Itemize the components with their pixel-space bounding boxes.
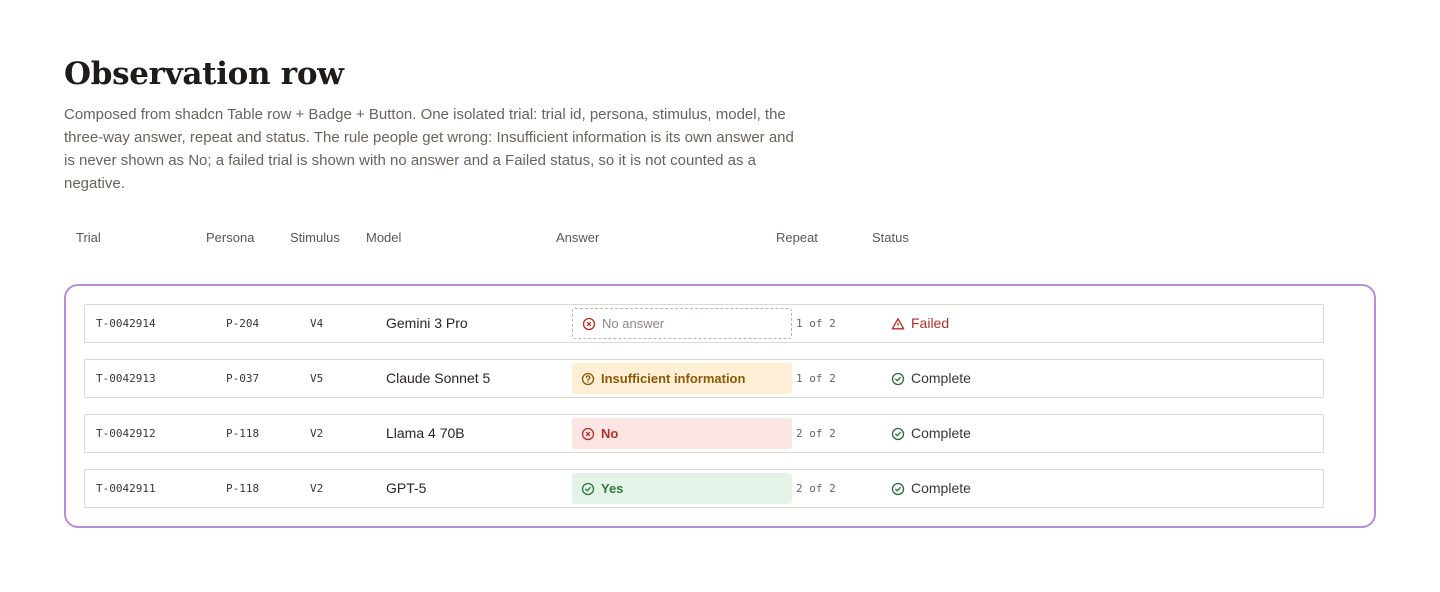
- answer-label: No answer: [602, 316, 665, 331]
- status-label: Complete: [911, 480, 971, 496]
- status-badge: Complete: [891, 415, 971, 452]
- warning-triangle-icon: [891, 317, 905, 331]
- model-name: GPT-5: [386, 480, 427, 496]
- answer-badge: Insufficient information: [572, 363, 792, 394]
- repeat-count: 2 of 2: [796, 427, 836, 440]
- status-badge: Complete: [891, 360, 971, 397]
- model-name: Claude Sonnet 5: [386, 370, 491, 386]
- model-name: Gemini 3 Pro: [386, 315, 468, 331]
- trial-id: T-0042913: [96, 372, 156, 385]
- page-title: Observation row: [64, 56, 344, 92]
- table-header: Trial Persona Stimulus Model Answer Repe…: [64, 228, 1376, 248]
- column-header-stimulus[interactable]: Stimulus: [290, 230, 340, 245]
- persona-id: P-118: [226, 427, 260, 440]
- column-header-repeat[interactable]: Repeat: [776, 230, 818, 245]
- status-badge: Failed: [891, 305, 949, 342]
- table-row[interactable]: T-0042914 P-204 V4 Gemini 3 Pro No answe…: [84, 304, 1324, 343]
- check-circle-icon: [891, 372, 905, 386]
- page-description: Composed from shadcn Table row + Badge +…: [64, 106, 794, 192]
- stimulus-id: V4: [310, 317, 324, 330]
- check-circle-icon: [891, 427, 905, 441]
- x-circle-icon: [582, 317, 596, 331]
- column-header-status[interactable]: Status: [872, 230, 909, 245]
- check-circle-icon: [891, 482, 905, 496]
- stimulus-id: V5: [310, 372, 324, 385]
- status-badge: Complete: [891, 470, 971, 507]
- trial-id: T-0042911: [96, 482, 156, 495]
- table-row[interactable]: T-0042912 P-118 V2 Llama 4 70B No 2 of 2…: [84, 414, 1324, 453]
- observation-rows-frame: T-0042914 P-204 V4 Gemini 3 Pro No answe…: [64, 284, 1376, 528]
- model-name: Llama 4 70B: [386, 425, 465, 441]
- table-row[interactable]: T-0042913 P-037 V5 Claude Sonnet 5 Insuf…: [84, 359, 1324, 398]
- repeat-count: 2 of 2: [796, 482, 836, 495]
- table-row[interactable]: T-0042911 P-118 V2 GPT-5 Yes 2 of 2 Comp…: [84, 469, 1324, 508]
- persona-id: P-118: [226, 482, 260, 495]
- repeat-count: 1 of 2: [796, 372, 836, 385]
- status-label: Failed: [911, 315, 950, 331]
- persona-id: P-037: [226, 372, 260, 385]
- trial-id: T-0042914: [96, 317, 156, 330]
- trial-id: T-0042912: [96, 427, 156, 440]
- answer-badge: No answer: [572, 308, 792, 339]
- status-label: Complete: [911, 425, 971, 441]
- answer-label: Insufficient information: [601, 371, 746, 386]
- answer-label: No: [601, 426, 619, 441]
- column-header-persona[interactable]: Persona: [206, 230, 254, 245]
- status-label: Complete: [911, 370, 971, 386]
- x-circle-icon: [581, 427, 595, 441]
- answer-badge: No: [572, 418, 792, 449]
- repeat-count: 1 of 2: [796, 317, 836, 330]
- question-circle-icon: [581, 372, 595, 386]
- stimulus-id: V2: [310, 427, 324, 440]
- answer-badge: Yes: [572, 473, 792, 504]
- stimulus-id: V2: [310, 482, 324, 495]
- column-header-model[interactable]: Model: [366, 230, 401, 245]
- persona-id: P-204: [226, 317, 260, 330]
- column-header-answer[interactable]: Answer: [556, 230, 599, 245]
- check-circle-icon: [581, 482, 595, 496]
- answer-label: Yes: [601, 481, 624, 496]
- column-header-trial[interactable]: Trial: [76, 230, 101, 245]
